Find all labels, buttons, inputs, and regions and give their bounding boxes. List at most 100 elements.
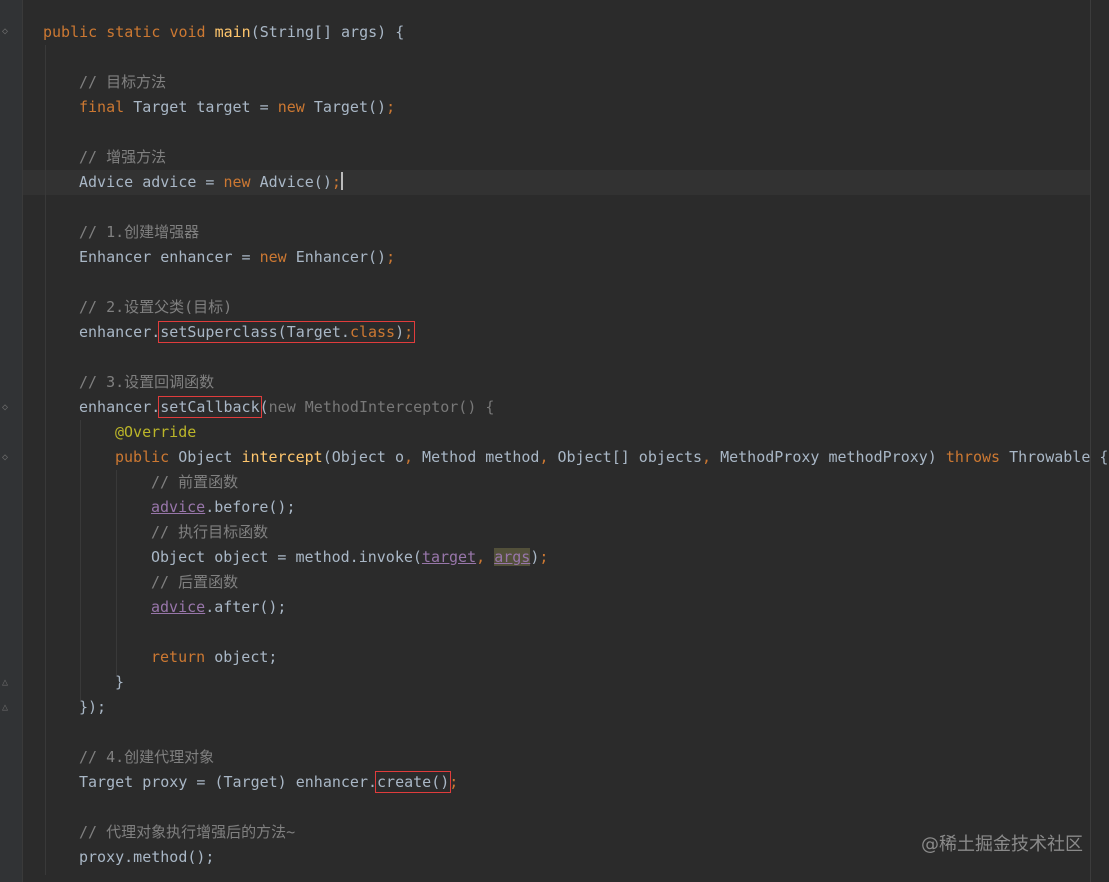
keyword: public xyxy=(115,448,170,466)
field-reference: args xyxy=(494,548,531,566)
semicolon: ; xyxy=(449,773,459,791)
code-text: Object xyxy=(178,448,233,466)
comma: , xyxy=(539,448,549,466)
field-reference: target xyxy=(421,548,477,566)
right-margin-guide xyxy=(1090,0,1091,882)
code-line-current[interactable]: Advice advice = new Advice(); xyxy=(79,170,343,195)
comma: , xyxy=(702,448,712,466)
annotation[interactable]: @Override xyxy=(115,420,196,445)
text-cursor xyxy=(340,172,343,190)
keyword: throws xyxy=(945,448,1001,466)
semicolon: ; xyxy=(404,323,414,341)
code-text: Target() xyxy=(313,98,387,116)
keyword: final xyxy=(79,98,125,116)
keyword: void xyxy=(169,23,206,41)
field-reference: advice xyxy=(151,598,206,616)
fold-icon[interactable]: △ xyxy=(0,677,10,689)
code-line[interactable]: Object object = method.invoke(target, ar… xyxy=(151,545,548,570)
code-text: ) xyxy=(395,323,405,341)
code-line[interactable]: public static void main(String[] args) { xyxy=(43,20,404,45)
code-comment[interactable]: // 1.创建增强器 xyxy=(79,220,199,245)
semicolon: ; xyxy=(539,548,549,566)
highlight-box: setCallback xyxy=(158,396,262,418)
code-text: Target xyxy=(133,98,188,116)
keyword: new xyxy=(277,98,305,116)
code-text: Enhancer() xyxy=(295,248,387,266)
code-comment[interactable]: // 后置函数 xyxy=(151,570,238,595)
fold-icon[interactable]: △ xyxy=(0,702,10,714)
code-text: Target proxy = (Target) enhancer. xyxy=(79,773,378,791)
watermark: @稀土掘金技术社区 xyxy=(921,834,1083,855)
code-comment[interactable]: // 3.设置回调函数 xyxy=(79,370,214,395)
fold-icon[interactable]: ◇ xyxy=(0,26,10,38)
code-text: .before(); xyxy=(205,498,296,516)
code-text: setSuperclass(Target. xyxy=(160,323,350,341)
indent-guide xyxy=(80,420,81,700)
keyword: public xyxy=(43,23,98,41)
code-comment[interactable]: // 4.创建代理对象 xyxy=(79,745,214,770)
keyword: static xyxy=(106,23,161,41)
keyword: new xyxy=(259,248,287,266)
code-comment[interactable]: // 执行目标函数 xyxy=(151,520,268,545)
code-comment[interactable]: // 增强方法 xyxy=(79,145,166,170)
code-text: enhancer. xyxy=(79,398,161,416)
semicolon: ; xyxy=(331,173,341,191)
code-text: .after(); xyxy=(205,598,287,616)
code-text: enhancer. xyxy=(79,323,161,341)
code-line[interactable]: public Object intercept(Object o, Method… xyxy=(115,445,1108,470)
fold-icon[interactable]: ◇ xyxy=(0,452,10,464)
highlight-box: setSuperclass(Target.class); xyxy=(158,321,416,343)
code-text: Advice() xyxy=(259,173,332,191)
code-text: MethodProxy methodProxy) xyxy=(711,448,937,466)
code-text: = xyxy=(250,98,278,116)
fold-icon[interactable]: ◇ xyxy=(0,402,10,414)
code-text: MethodInterceptor() { xyxy=(304,398,495,416)
code-line[interactable]: advice.before(); xyxy=(151,495,296,520)
keyword: return xyxy=(151,648,206,666)
code-text: target xyxy=(196,98,251,116)
code-line[interactable]: Target proxy = (Target) enhancer.create(… xyxy=(79,770,458,795)
code-text: Advice xyxy=(79,173,134,191)
comma: , xyxy=(476,548,495,566)
code-line[interactable]: }); xyxy=(79,695,106,720)
comma: , xyxy=(404,448,414,466)
code-line[interactable]: return object; xyxy=(151,645,277,670)
code-line[interactable]: } xyxy=(115,670,124,695)
code-text: enhancer xyxy=(160,248,233,266)
code-text: Enhancer xyxy=(79,248,152,266)
code-text: Method method xyxy=(413,448,540,466)
keyword: new xyxy=(268,398,296,416)
semicolon: ; xyxy=(386,248,396,266)
indent-guide xyxy=(45,45,46,875)
code-text: = xyxy=(196,173,224,191)
code-text: (Object o xyxy=(322,448,404,466)
semicolon: ; xyxy=(386,98,396,116)
code-text: = xyxy=(232,248,260,266)
code-comment[interactable]: // 前置函数 xyxy=(151,470,238,495)
code-line[interactable]: proxy.method(); xyxy=(79,845,214,870)
method-name: intercept xyxy=(241,448,323,466)
code-text: Object object = method.invoke( xyxy=(151,548,422,566)
code-line[interactable]: enhancer.setCallback(new MethodIntercept… xyxy=(79,395,494,420)
code-comment[interactable]: // 目标方法 xyxy=(79,70,166,95)
keyword: class xyxy=(349,323,396,341)
code-text: Object[] objects xyxy=(548,448,703,466)
editor-gutter: ◇ ◇ ◇ △ △ xyxy=(0,0,23,882)
code-line[interactable]: Enhancer enhancer = new Enhancer(); xyxy=(79,245,395,270)
code-comment[interactable]: // 代理对象执行增强后的方法~ xyxy=(79,820,295,845)
method-name: main xyxy=(214,23,251,41)
code-text: Throwable { xyxy=(1009,448,1109,466)
code-text: advice xyxy=(142,173,197,191)
indent-guide xyxy=(116,470,117,675)
highlight-box: create() xyxy=(375,771,452,793)
code-text: ) xyxy=(530,548,540,566)
code-line[interactable]: enhancer.setSuperclass(Target.class); xyxy=(79,320,416,345)
code-text: (String[] args) { xyxy=(250,23,405,41)
code-text: object; xyxy=(214,648,278,666)
field-reference: advice xyxy=(151,498,206,516)
code-line[interactable]: final Target target = new Target(); xyxy=(79,95,395,120)
code-comment[interactable]: // 2.设置父类(目标) xyxy=(79,295,232,320)
keyword: new xyxy=(223,173,251,191)
code-text: ( xyxy=(259,398,269,416)
code-line[interactable]: advice.after(); xyxy=(151,595,286,620)
